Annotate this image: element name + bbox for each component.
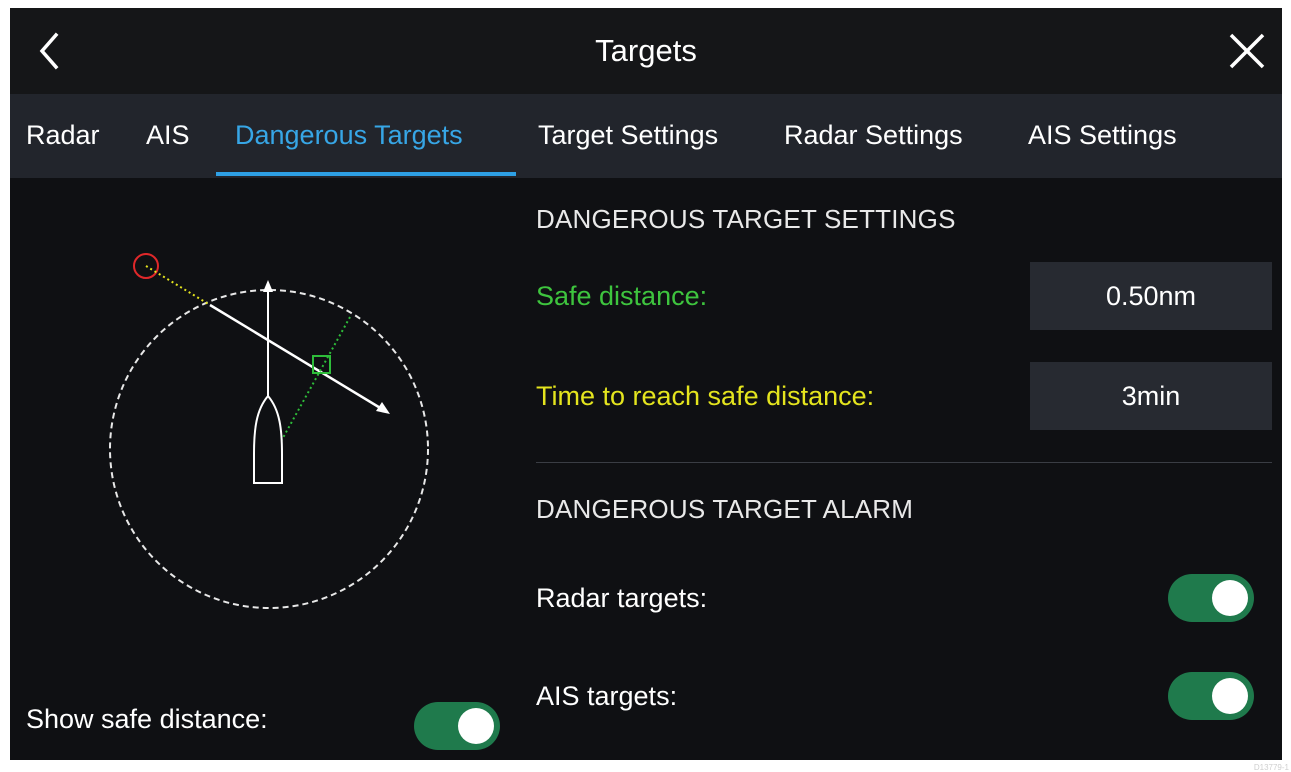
- targets-screen: Targets Radar AIS Dangerous Targets Targ…: [10, 8, 1282, 760]
- tab-ais[interactable]: AIS: [146, 94, 190, 178]
- time-to-safe-distance-line: [145, 265, 211, 306]
- close-button[interactable]: [1222, 26, 1272, 76]
- document-id: D13779-1: [1253, 763, 1289, 772]
- toggle-knob: [1212, 580, 1248, 616]
- close-icon: [1229, 33, 1265, 69]
- tab-bar: Radar AIS Dangerous Targets Target Setti…: [10, 94, 1282, 178]
- tab-radar-settings[interactable]: Radar Settings: [784, 94, 963, 178]
- time-to-safe-distance-value-button[interactable]: 3min: [1030, 362, 1272, 430]
- cpa-marker-icon: [312, 355, 331, 374]
- toggle-knob: [1212, 678, 1248, 714]
- tab-target-settings[interactable]: Target Settings: [538, 94, 718, 178]
- target-course-line: [209, 303, 383, 411]
- toggle-knob: [458, 708, 494, 744]
- safe-distance-value-button[interactable]: 0.50nm: [1030, 262, 1272, 330]
- radar-targets-toggle[interactable]: [1168, 574, 1254, 622]
- page-title: Targets: [595, 33, 697, 68]
- tab-ais-settings[interactable]: AIS Settings: [1028, 94, 1177, 178]
- heading-arrowhead: [263, 280, 273, 292]
- ais-targets-toggle[interactable]: [1168, 672, 1254, 720]
- tab-dangerous-targets[interactable]: Dangerous Targets: [235, 94, 463, 178]
- ais-targets-label: AIS targets:: [536, 681, 678, 711]
- show-safe-distance-toggle[interactable]: [414, 702, 500, 750]
- show-safe-distance-label: Show safe distance:: [26, 704, 268, 734]
- safe-distance-diagram: [109, 253, 429, 609]
- target-course-arrowhead: [376, 402, 390, 414]
- active-tab-indicator: [216, 172, 516, 176]
- safe-distance-label: Safe distance:: [536, 281, 708, 311]
- radar-targets-label: Radar targets:: [536, 583, 708, 613]
- time-to-safe-distance-label: Time to reach safe distance:: [536, 381, 875, 411]
- divider: [536, 462, 1272, 463]
- own-vessel-icon: [253, 394, 283, 484]
- settings-section-heading: DANGEROUS TARGET SETTINGS: [536, 204, 956, 234]
- alarm-section-heading: DANGEROUS TARGET ALARM: [536, 494, 914, 524]
- tab-radar[interactable]: Radar: [26, 94, 100, 178]
- title-bar: Targets: [10, 8, 1282, 94]
